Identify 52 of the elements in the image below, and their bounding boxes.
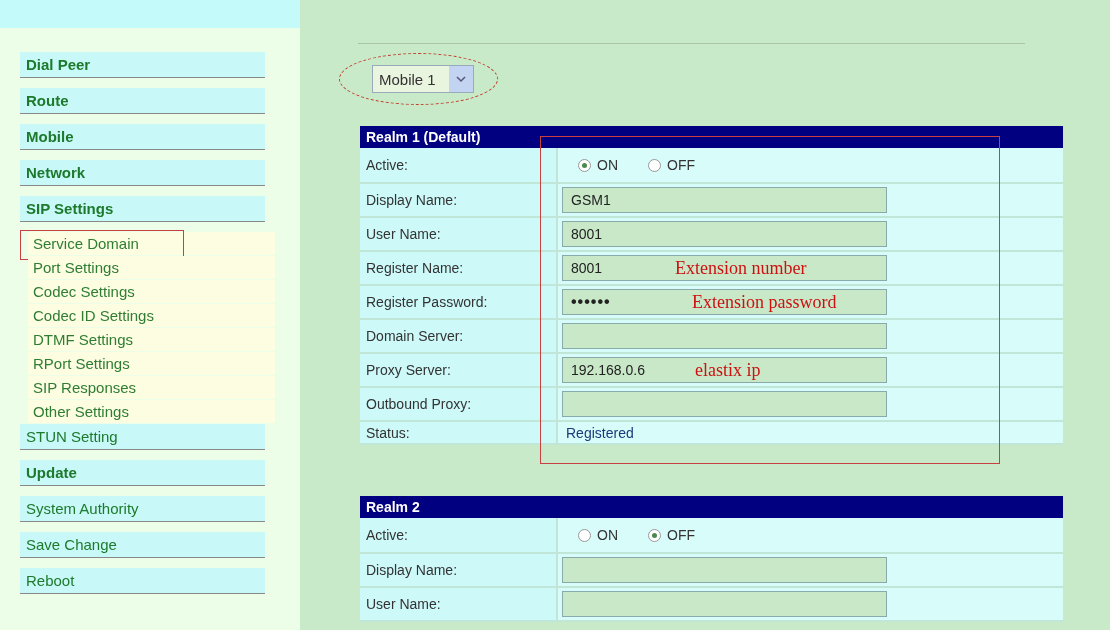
submenu-item[interactable]: RPort Settings	[28, 352, 275, 375]
menu-item[interactable]: SIP Settings	[20, 196, 265, 222]
input-field[interactable]	[562, 323, 887, 349]
menu-item[interactable]: Network	[20, 160, 265, 186]
submenu-item[interactable]: Other Settings	[28, 400, 275, 423]
menu-item[interactable]: Mobile	[20, 124, 265, 150]
submenu-item[interactable]: Port Settings	[28, 256, 275, 279]
status-text: Registered	[566, 424, 634, 441]
radio-icon[interactable]	[578, 158, 591, 172]
field-label: Active:	[360, 518, 558, 552]
input-field[interactable]	[562, 557, 887, 583]
device-select[interactable]: Mobile 1	[372, 65, 474, 93]
submenu-item[interactable]: Service Domain	[28, 232, 275, 255]
submenu-item[interactable]: DTMF Settings	[28, 328, 275, 351]
menu-item[interactable]: Route	[20, 88, 265, 114]
input-field[interactable]	[562, 391, 887, 417]
submenu-item[interactable]: Codec Settings	[28, 280, 275, 303]
radio-option[interactable]: ON	[578, 527, 618, 543]
radio-option[interactable]: OFF	[648, 527, 695, 543]
annotation-text: Extension number	[675, 257, 807, 279]
field-label: Status:	[360, 422, 558, 443]
field-label: Active:	[360, 148, 558, 182]
menu-item[interactable]: Update	[20, 460, 265, 486]
input-field[interactable]: GSM1	[562, 187, 887, 213]
field-label: Display Name:	[360, 554, 558, 586]
submenu-item[interactable]: Codec ID Settings	[28, 304, 275, 327]
field-label: User Name:	[360, 218, 558, 250]
field-label: Display Name:	[360, 184, 558, 216]
field-label: Proxy Server:	[360, 354, 558, 386]
menu-item[interactable]: Save Change	[20, 532, 265, 558]
input-field[interactable]	[562, 591, 887, 617]
field-label: Domain Server:	[360, 320, 558, 352]
radio-option[interactable]: ON	[578, 157, 618, 173]
radio-option[interactable]: OFF	[648, 157, 695, 173]
radio-icon[interactable]	[648, 158, 661, 172]
menu-item[interactable]: Reboot	[20, 568, 265, 594]
caret-icon	[449, 66, 473, 92]
annotation-text: elastix ip	[695, 359, 761, 381]
section-header: Realm 2	[360, 496, 1063, 518]
field-label: Register Name:	[360, 252, 558, 284]
field-label: Outbound Proxy:	[360, 388, 558, 420]
annotation-text: Extension password	[692, 291, 837, 313]
radio-icon[interactable]	[578, 528, 591, 542]
field-label: Register Password:	[360, 286, 558, 318]
menu-item[interactable]: Dial Peer	[20, 52, 265, 78]
section-header: Realm 1 (Default)	[360, 126, 1063, 148]
menu-item[interactable]: System Authority	[20, 496, 265, 522]
submenu-item[interactable]: SIP Responses	[28, 376, 275, 399]
menu-item[interactable]: STUN Setting	[20, 424, 265, 450]
field-label: User Name:	[360, 588, 558, 620]
input-field[interactable]: 8001	[562, 221, 887, 247]
radio-icon[interactable]	[648, 528, 661, 542]
